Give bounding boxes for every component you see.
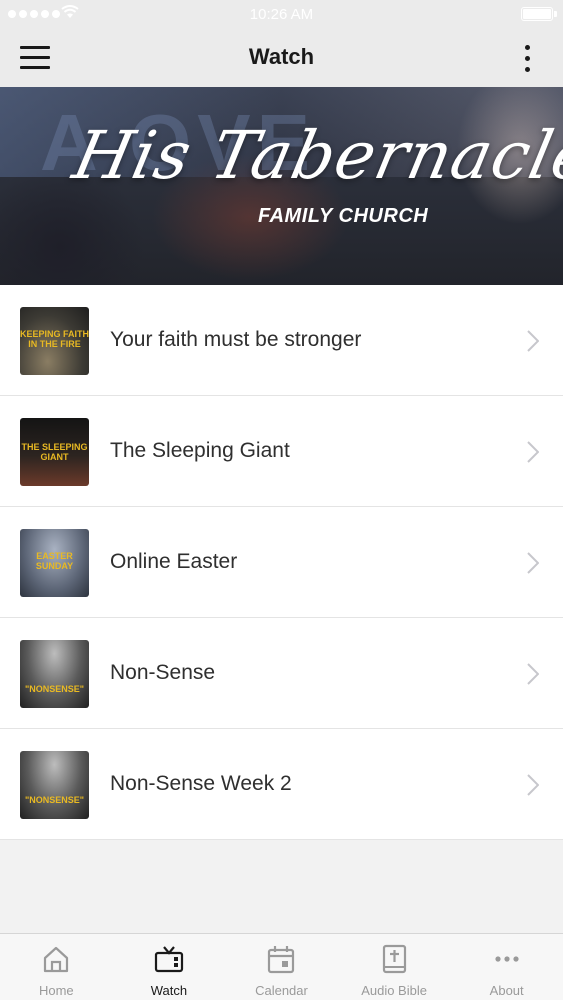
home-icon	[44, 946, 69, 973]
battery-tip	[554, 11, 557, 17]
tab-watch[interactable]: Watch	[113, 934, 226, 1000]
page-title: Watch	[248, 44, 315, 69]
video-thumbnail: THE SLEEPING GIANT	[20, 418, 89, 486]
thumbnail-text: EASTER SUNDAY	[35, 551, 74, 571]
video-thumbnail: KEEPING FAITH IN THE FIRE	[20, 307, 89, 375]
chevron-right-icon	[527, 441, 539, 463]
tab-label: About	[489, 983, 524, 998]
tab-bar: Home Watch Calendar Audio Bible About	[0, 933, 563, 1000]
calendar-icon	[268, 946, 295, 974]
tab-home[interactable]: Home	[0, 934, 113, 1000]
more-dots-icon	[495, 956, 519, 962]
video-list: KEEPING FAITH IN THE FIRE Your faith mus…	[0, 285, 563, 840]
tab-label: Audio Bible	[361, 983, 427, 998]
list-item[interactable]: "NONSENSE" Non-Sense	[0, 618, 563, 729]
video-thumbnail: "NONSENSE"	[20, 751, 89, 819]
list-item[interactable]: EASTER SUNDAY Online Easter	[0, 507, 563, 618]
more-options-icon[interactable]	[519, 42, 535, 74]
status-time: 10:26 AM	[249, 6, 314, 23]
tab-calendar[interactable]: Calendar	[225, 934, 338, 1000]
thumbnail-text: "NONSENSE"	[24, 795, 85, 805]
hamburger-menu-icon[interactable]	[20, 40, 60, 74]
chevron-right-icon	[527, 330, 539, 352]
thumbnail-text: KEEPING FAITH IN THE FIRE	[20, 329, 89, 349]
video-title: Your faith must be stronger	[110, 328, 362, 351]
list-item[interactable]: THE SLEEPING GIANT The Sleeping Giant	[0, 396, 563, 507]
church-logo-title: His Tabernacle	[66, 117, 563, 194]
chevron-right-icon	[527, 774, 539, 796]
thumbnail-text: "NONSENSE"	[24, 684, 85, 694]
video-title: Non-Sense Week 2	[110, 772, 292, 795]
thumbnail-text: THE SLEEPING GIANT	[21, 442, 88, 462]
video-title: The Sleeping Giant	[110, 439, 290, 462]
church-logo-subtitle: FAMILY CHURCH	[258, 205, 429, 227]
battery-icon	[521, 7, 553, 21]
bible-icon	[382, 944, 407, 974]
video-title: Non-Sense	[110, 661, 216, 684]
video-thumbnail: EASTER SUNDAY	[20, 529, 89, 597]
tab-label: Calendar	[255, 983, 308, 998]
nav-bar: Watch	[0, 28, 563, 87]
tab-about[interactable]: About	[450, 934, 563, 1000]
status-bar: 10:26 AM	[0, 0, 563, 28]
chevron-right-icon	[527, 552, 539, 574]
tv-icon	[154, 946, 183, 973]
tab-audio-bible[interactable]: Audio Bible	[338, 934, 451, 1000]
tab-label: Watch	[150, 983, 188, 998]
church-banner: A OVE His Tabernacle FAMILY CHURCH	[0, 87, 563, 285]
tab-label: Home	[38, 983, 74, 998]
video-thumbnail: "NONSENSE"	[20, 640, 89, 708]
video-title: Online Easter	[110, 550, 238, 573]
chevron-right-icon	[527, 663, 539, 685]
list-item[interactable]: "NONSENSE" Non-Sense Week 2	[0, 729, 563, 840]
list-item[interactable]: KEEPING FAITH IN THE FIRE Your faith mus…	[0, 285, 563, 396]
